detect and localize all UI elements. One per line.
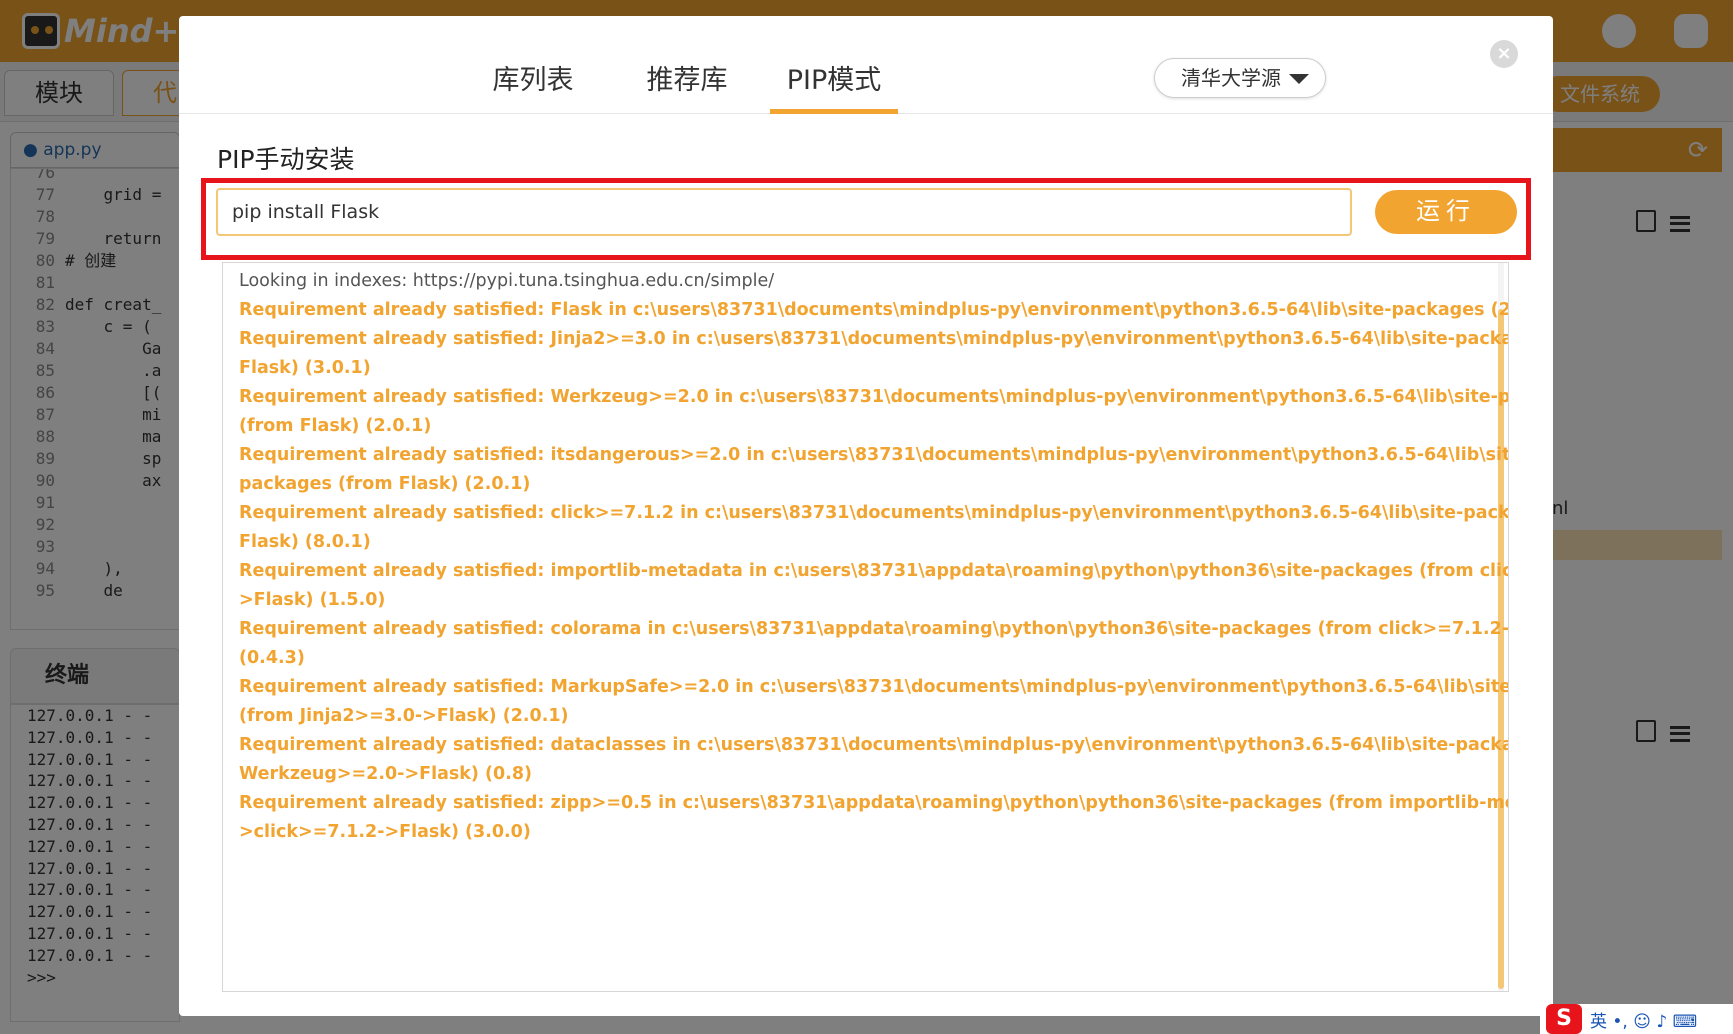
pip-source-value: 清华大学源	[1181, 66, 1281, 90]
output-line: Requirement already satisfied: dataclass…	[239, 735, 1509, 755]
pip-command-input[interactable]	[216, 188, 1352, 236]
output-line: (from Flask) (2.0.1)	[239, 416, 432, 436]
tab-recommended[interactable]: 推荐库	[629, 58, 745, 114]
pip-source-select[interactable]: 清华大学源	[1154, 58, 1326, 98]
output-line: Requirement already satisfied: click>=7.…	[239, 503, 1509, 523]
dialog-header: 库列表 推荐库 PIP模式 清华大学源 ×	[179, 16, 1553, 114]
output-line: Looking in indexes: https://pypi.tuna.ts…	[239, 271, 775, 291]
tab-label: 库列表	[492, 65, 574, 96]
active-tab-indicator	[770, 109, 898, 114]
output-line: Requirement already satisfied: Werkzeug>…	[239, 387, 1509, 407]
tab-label: PIP模式	[786, 65, 882, 96]
output-line: Requirement already satisfied: itsdanger…	[239, 445, 1509, 465]
tab-pip-mode[interactable]: PIP模式	[770, 58, 898, 114]
output-line: Requirement already satisfied: zipp>=0.5…	[239, 793, 1509, 813]
output-line: Werkzeug>=2.0->Flask) (0.8)	[239, 764, 533, 784]
output-line: Requirement already satisfied: importlib…	[239, 561, 1509, 581]
ime-status[interactable]: 英 •, ☺ ♪ ⌨	[1590, 1007, 1697, 1032]
output-line: Flask) (8.0.1)	[239, 532, 371, 552]
output-line: (from Jinja2>=3.0->Flask) (2.0.1)	[239, 706, 569, 726]
output-line: Requirement already satisfied: Jinja2>=3…	[239, 329, 1509, 349]
ime-logo-icon[interactable]: S	[1546, 1004, 1582, 1034]
tab-library-list[interactable]: 库列表	[475, 58, 591, 114]
output-line: packages (from Flask) (2.0.1)	[239, 474, 531, 494]
pip-output-log[interactable]: Looking in indexes: https://pypi.tuna.ts…	[222, 262, 1509, 992]
tab-label: 推荐库	[646, 65, 728, 96]
system-tray: S 英 •, ☺ ♪ ⌨	[1540, 1004, 1733, 1034]
output-line: >Flask) (1.5.0)	[239, 590, 386, 610]
close-icon[interactable]: ×	[1490, 40, 1518, 68]
section-title: PIP手动安装	[217, 145, 355, 174]
run-button[interactable]: 运行	[1375, 190, 1517, 234]
output-line: Requirement already satisfied: MarkupSaf…	[239, 677, 1509, 697]
output-line: (0.4.3)	[239, 648, 305, 668]
output-line: Requirement already satisfied: colorama …	[239, 619, 1509, 639]
output-line: Flask) (3.0.1)	[239, 358, 371, 378]
chevron-down-icon	[1289, 74, 1309, 84]
scrollbar-thumb[interactable]	[1498, 309, 1504, 989]
output-line: >click>=7.1.2->Flask) (3.0.0)	[239, 822, 531, 842]
output-line: Requirement already satisfied: Flask in …	[239, 300, 1509, 320]
library-manager-dialog: 库列表 推荐库 PIP模式 清华大学源 × PIP手动安装 运行 Looking…	[179, 16, 1553, 1016]
